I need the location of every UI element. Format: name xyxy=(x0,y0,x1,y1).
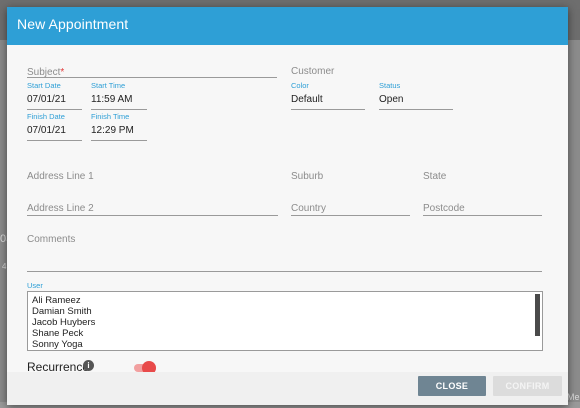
user-option[interactable]: Jacob Huybers xyxy=(32,317,95,328)
comments-underline xyxy=(27,271,542,272)
start-time-value: 11:59 AM xyxy=(91,94,133,105)
status-value: Open xyxy=(379,94,404,105)
user-list-scrollbar[interactable] xyxy=(535,294,540,336)
start-date-value: 07/01/21 xyxy=(27,94,66,105)
user-label: User xyxy=(27,281,43,290)
user-option[interactable]: Sonny Yoga xyxy=(32,339,83,350)
start-time-underline xyxy=(91,109,147,110)
postcode-placeholder: Postcode xyxy=(423,203,465,214)
dialog-header: New Appointment xyxy=(7,7,568,45)
color-label: Color xyxy=(291,81,309,90)
country-underline xyxy=(291,215,410,216)
address-line-2-placeholder: Address Line 2 xyxy=(27,203,94,214)
color-underline xyxy=(291,109,365,110)
finish-time-label: Finish Time xyxy=(91,112,130,121)
customer-placeholder: Customer xyxy=(291,66,335,77)
new-appointment-dialog: New Appointment Subject* Customer Start … xyxy=(7,7,568,405)
address-line-1-placeholder: Address Line 1 xyxy=(27,171,94,182)
state-placeholder: State xyxy=(423,171,447,182)
finish-date-value: 07/01/21 xyxy=(27,125,66,136)
finish-time-value: 12:29 PM xyxy=(91,125,134,136)
dialog-title: New Appointment xyxy=(17,16,129,32)
start-time-label: Start Time xyxy=(91,81,126,90)
finish-time-underline xyxy=(91,140,147,141)
background-right-strip xyxy=(568,40,580,408)
user-listbox[interactable]: Ali Rameez Damian Smith Jacob Huybers Sh… xyxy=(27,291,543,351)
confirm-button[interactable]: CONFIRM xyxy=(493,376,562,396)
country-placeholder: Country xyxy=(291,203,327,214)
suburb-placeholder: Suburb xyxy=(291,171,324,182)
status-label: Status xyxy=(379,81,401,90)
address-line-2-underline xyxy=(27,215,278,216)
background-text: Me xyxy=(567,392,580,402)
status-underline xyxy=(379,109,453,110)
close-button[interactable]: CLOSE xyxy=(418,376,486,396)
user-option[interactable]: Shane Peck xyxy=(32,328,83,339)
start-date-label: Start Date xyxy=(27,81,61,90)
user-option[interactable]: Ali Rameez xyxy=(32,295,81,306)
user-option[interactable]: Damian Smith xyxy=(32,306,92,317)
postcode-underline xyxy=(423,215,542,216)
info-icon[interactable]: i xyxy=(83,360,94,371)
finish-date-label: Finish Date xyxy=(27,112,65,121)
background-text: 4 xyxy=(2,262,7,271)
subject-underline xyxy=(27,77,277,78)
color-value: Default xyxy=(291,94,323,105)
start-date-underline xyxy=(27,109,82,110)
comments-placeholder: Comments xyxy=(27,234,76,245)
finish-date-underline xyxy=(27,140,82,141)
